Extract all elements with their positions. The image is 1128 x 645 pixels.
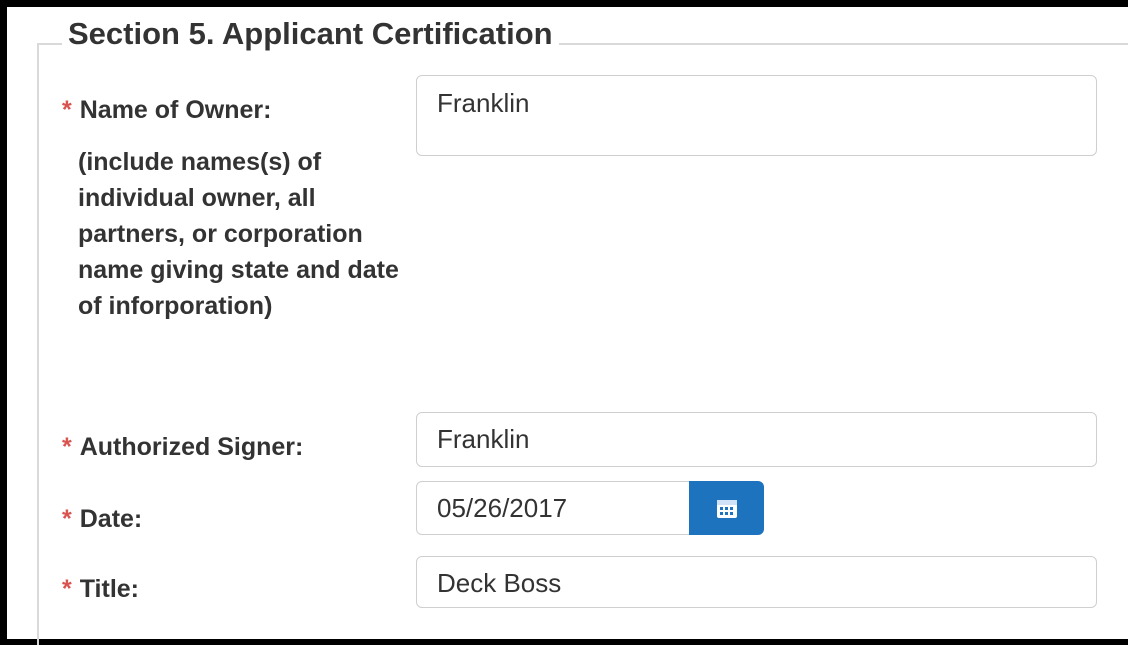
required-marker: * [62,96,72,124]
date-picker-button[interactable] [689,481,764,535]
title-label-row: * Title: [62,571,139,607]
title-field[interactable]: Deck Boss [416,556,1097,608]
signer-label-row: * Authorized Signer: [62,429,303,465]
date-label: Date: [79,505,143,533]
date-label-row: * Date: [62,501,142,537]
owner-label: Name of Owner: [79,96,272,124]
required-marker: * [62,505,72,533]
signer-label: Authorized Signer: [79,433,304,461]
title-label: Title: [79,575,139,603]
calendar-icon [716,500,737,518]
required-marker: * [62,433,72,461]
date-field[interactable]: 05/26/2017 [416,481,692,535]
section-legend: Section 5. Applicant Certification [62,14,559,54]
owner-name-field[interactable]: Franklin [416,75,1097,156]
owner-label-row: * Name of Owner: [62,92,271,128]
required-marker: * [62,575,72,603]
signer-field[interactable]: Franklin [416,412,1097,467]
owner-help-note: (include names(s) of individual owner, a… [78,148,399,320]
